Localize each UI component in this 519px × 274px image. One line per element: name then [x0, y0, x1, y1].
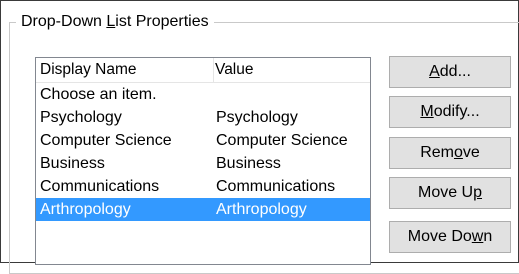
value-cell: Psychology — [216, 109, 298, 126]
column-header-display-name[interactable]: Display Name — [36, 58, 214, 82]
move-down-button[interactable]: Move Down — [389, 221, 511, 253]
value-cell: Business — [216, 155, 281, 172]
list-item[interactable]: Business Business — [36, 152, 370, 175]
add-button[interactable]: Add... — [389, 56, 511, 88]
list-item[interactable]: Psychology Psychology — [36, 106, 370, 129]
value-cell: Arthropology — [216, 201, 307, 218]
display-name-cell: Communications — [40, 178, 160, 195]
list-item[interactable]: Communications Communications — [36, 175, 370, 198]
display-name-cell: Arthropology — [40, 201, 131, 218]
display-name-cell: Choose an item. — [40, 86, 157, 103]
value-cell: Communications — [216, 178, 336, 195]
list-item[interactable]: Computer Science Computer Science — [36, 129, 370, 152]
list-header: Display Name Value — [36, 58, 370, 83]
display-name-cell: Business — [40, 155, 105, 172]
dropdown-items-list[interactable]: Display Name Value Choose an item. Psych… — [35, 57, 371, 265]
value-cell: Computer Science — [216, 132, 348, 149]
move-up-button[interactable]: Move Up — [389, 177, 511, 209]
group-title: Drop-Down List Properties — [16, 12, 214, 32]
column-header-value[interactable]: Value — [211, 58, 370, 82]
display-name-cell: Computer Science — [40, 132, 172, 149]
modify-button[interactable]: Modify... — [389, 96, 511, 128]
list-item[interactable]: Arthropology Arthropology — [36, 198, 370, 221]
list-item[interactable]: Choose an item. — [36, 83, 370, 106]
remove-button[interactable]: Remove — [389, 137, 511, 169]
display-name-cell: Psychology — [40, 109, 122, 126]
